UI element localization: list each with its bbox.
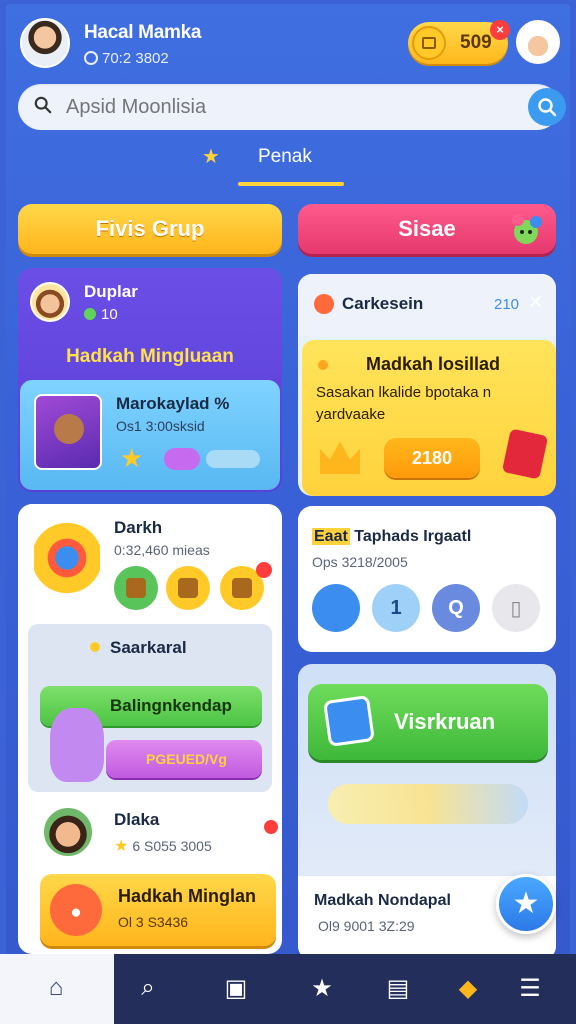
player-card[interactable]: Duplar 10 Hadkah Mingluaan Marokaylad % … — [18, 268, 282, 492]
notification-title: Carkesein — [342, 294, 424, 313]
monster-icon — [50, 884, 102, 936]
blocks-icon[interactable] — [312, 584, 360, 632]
search-button[interactable] — [528, 88, 566, 126]
friend-sub: ★ 6 S055 3005 — [114, 836, 212, 856]
star-icon: ★ — [202, 146, 220, 168]
dot-icon — [90, 642, 100, 652]
cta-button[interactable]: Hadkah Minglan Ol 3 S3436 — [40, 874, 276, 946]
star-nav-icon[interactable]: ★ — [302, 968, 342, 1008]
star-icon: ★ — [512, 887, 540, 920]
character-thumbnail — [34, 394, 102, 470]
tab-underline — [238, 182, 344, 186]
map-icon — [323, 695, 375, 747]
inner-title-text: Marokaylad — [116, 394, 210, 413]
friend-sub-text: 6 S055 3005 — [132, 838, 212, 854]
event-sub: Ops 3218/2005 — [312, 554, 408, 570]
close-icon[interactable]: ✕ — [528, 292, 543, 313]
group-button[interactable]: Fivis Grup — [18, 204, 282, 254]
coin-icon — [412, 26, 446, 60]
notification-body-title: Madkah losillad — [366, 354, 501, 374]
notification-card[interactable]: Carkesein 210 ✕ Madkah losillad Sasakan … — [298, 274, 556, 496]
user-avatar[interactable] — [20, 18, 70, 68]
playing-card-icon — [501, 428, 549, 480]
notification-button[interactable]: 2180 — [384, 438, 480, 478]
event-title-text: Taphads Irgaatl — [354, 528, 472, 545]
inner-sub: Os1 3:00sksid — [116, 418, 205, 434]
search-bar — [18, 84, 566, 130]
game-sub: 0:32,460 mieas — [114, 542, 210, 558]
coin-badge[interactable]: × — [490, 20, 510, 40]
favorite-fab[interactable]: ★ — [496, 874, 556, 934]
player-avatar — [30, 282, 70, 322]
purple-action-button[interactable]: PGEUED/Vg — [106, 740, 262, 778]
section-title: Saarkaral — [110, 638, 187, 657]
user-sub-text: 70:2 3802 — [102, 50, 169, 67]
player-card-title: Hadkah Mingluaan — [66, 346, 234, 367]
menu-icon[interactable]: ☰ — [510, 968, 550, 1008]
crown-icon — [320, 441, 360, 474]
mascot-icon — [34, 522, 100, 612]
chef-avatar[interactable] — [516, 20, 560, 64]
number-icon[interactable]: 1 — [372, 584, 420, 632]
app-frame: Hacal Mamka 70:2 3802 509 × ★ Penak Fivi… — [6, 4, 570, 1020]
notification-icon — [314, 294, 334, 314]
notification-dot — [256, 562, 272, 578]
event-title-highlight: Eaat — [312, 528, 350, 545]
cta-title: Hadkah Minglan — [118, 886, 257, 906]
user-name: Hacal Mamka — [84, 22, 202, 43]
search-button-icon — [538, 98, 557, 117]
player-name: Duplar — [84, 282, 138, 301]
tab-label: Penak — [258, 146, 312, 167]
tab-penak[interactable]: ★ Penak — [202, 142, 352, 190]
friend-name: Dlaka — [114, 810, 160, 829]
player-score: 10 — [84, 306, 118, 323]
star-icon: ★ — [114, 838, 129, 855]
search-icon — [34, 96, 52, 114]
reward-box-icon[interactable] — [114, 566, 158, 610]
dot-icon — [318, 360, 328, 370]
notification-header: Carkesein 210 ✕ — [298, 274, 556, 336]
notification-text: Sasakan lkalide bpotaka n yardvaake — [316, 384, 492, 423]
bottom-nav: ⌂ ⌕ ▣ ★ ▤ ◆ ☰ — [0, 954, 576, 1024]
user-sub: 70:2 3802 — [84, 50, 169, 67]
inner-percent: % — [214, 394, 230, 413]
gem-icon — [84, 308, 96, 320]
section-box: Saarkaral Balingnkendap PGEUED/Vg — [28, 624, 272, 792]
clock-icon — [84, 51, 98, 65]
coin-value: 509 — [460, 32, 492, 53]
bag-icon[interactable]: ▤ — [378, 968, 418, 1008]
star-icon: ★ — [120, 443, 144, 473]
blurred-banner — [328, 784, 528, 824]
pill-badge — [164, 448, 200, 470]
location-icon[interactable]: Q — [432, 584, 480, 632]
chest-icon[interactable]: ◆ — [448, 968, 488, 1008]
inner-title: Marokaylad % — [116, 394, 229, 414]
progress-placeholder — [206, 450, 260, 468]
notification-body: Madkah losillad Sasakan lkalide bpotaka … — [302, 340, 556, 496]
home-icon[interactable]: ⌂ — [36, 968, 76, 1008]
notification-dot — [264, 820, 278, 834]
game-card[interactable]: Darkh 0:32,460 mieas Saarkaral Balingnke… — [18, 504, 282, 954]
strip-sub: Ol9 9001 3Z:29 — [318, 918, 415, 934]
games-icon[interactable]: ▣ — [216, 968, 256, 1008]
search-nav-icon[interactable]: ⌕ — [128, 968, 168, 1008]
cta-sub: Ol 3 S3436 — [118, 914, 189, 930]
header: Hacal Mamka 70:2 3802 509 × — [6, 4, 570, 88]
notification-count: 210 — [494, 296, 520, 313]
game-title: Darkh — [114, 518, 163, 537]
reward-mustache-icon[interactable] — [166, 566, 210, 610]
creature-icon — [50, 708, 104, 782]
search-input[interactable] — [66, 93, 486, 121]
strip-title: Madkah Nondapal — [314, 892, 451, 909]
event-card[interactable]: Eaat Taphads Irgaatl Ops 3218/2005 1 Q ▯ — [298, 506, 556, 652]
card-icon[interactable]: ▯ — [492, 584, 540, 632]
event-title: Eaat Taphads Irgaatl — [312, 528, 471, 546]
player-score-value: 10 — [101, 306, 118, 323]
friend-avatar[interactable] — [42, 806, 94, 858]
puzzle-mascot-icon — [512, 214, 542, 244]
player-inner-card[interactable]: Marokaylad % Os1 3:00sksid ★ — [20, 380, 280, 490]
